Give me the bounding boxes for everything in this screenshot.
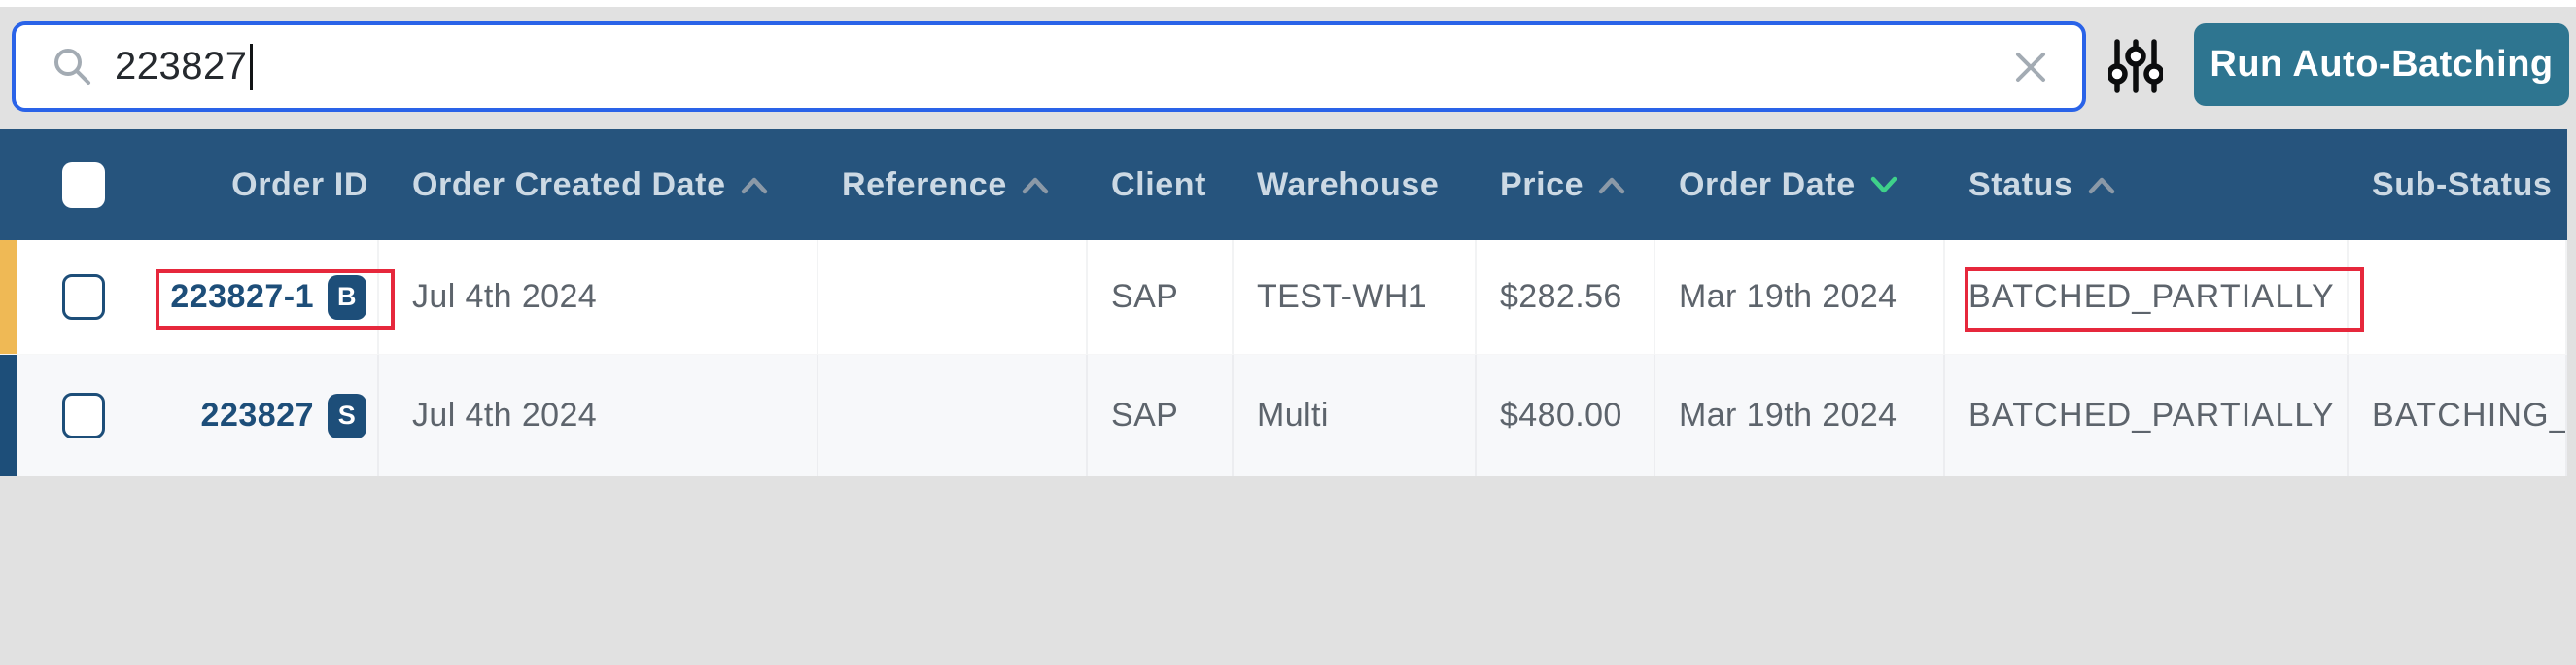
- cell-reference: [818, 355, 1088, 476]
- sort-asc-icon: [740, 176, 769, 194]
- row-accent-bar: [0, 355, 17, 476]
- sort-desc-icon: [1869, 176, 1898, 194]
- column-header-reference[interactable]: Reference: [818, 129, 1088, 240]
- cell-warehouse: TEST-WH1: [1234, 240, 1477, 355]
- sort-asc-icon: [2087, 176, 2116, 194]
- column-header-order-created-date[interactable]: Order Created Date: [379, 129, 818, 240]
- run-auto-batching-button[interactable]: Run Auto-Batching: [2194, 23, 2569, 106]
- cell-client: SAP: [1088, 355, 1234, 476]
- text-cursor: [250, 44, 253, 90]
- cell-reference: [818, 240, 1088, 355]
- top-edge-strip: [0, 0, 2576, 7]
- cell-sub-status: BATCHING_: [2349, 355, 2567, 476]
- search-icon: [52, 47, 93, 88]
- cell-client: SAP: [1088, 240, 1234, 355]
- search-value: 223827: [115, 45, 247, 88]
- row-accent-bar: [0, 240, 17, 354]
- cell-order-created-date: Jul 4th 2024: [379, 240, 818, 355]
- orders-page: 223827 Run Auto-Batching: [0, 0, 2576, 665]
- column-header-sub-status[interactable]: Sub-Status: [2349, 129, 2567, 240]
- order-type-badge: S: [328, 394, 366, 438]
- table-row[interactable]: 223827 S Jul 4th 2024 SAP Multi $480.00 …: [0, 355, 2567, 476]
- column-header-price[interactable]: Price: [1477, 129, 1655, 240]
- search-input[interactable]: 223827: [12, 21, 2086, 112]
- sort-asc-icon: [1597, 176, 1626, 194]
- order-id-link[interactable]: 223827: [201, 397, 314, 435]
- sliders-icon: [2108, 36, 2163, 96]
- row-checkbox[interactable]: [62, 393, 105, 438]
- cell-price: $282.56: [1477, 240, 1655, 355]
- clear-search-button[interactable]: [2012, 49, 2049, 86]
- column-header-status[interactable]: Status: [1945, 129, 2349, 240]
- column-header-client[interactable]: Client: [1088, 129, 1234, 240]
- highlight-box-order-id: [156, 269, 395, 330]
- sort-asc-icon: [1021, 176, 1050, 194]
- cell-order-id: 223827 S: [142, 355, 379, 476]
- cell-warehouse: Multi: [1234, 355, 1477, 476]
- row-checkbox[interactable]: [62, 274, 105, 320]
- cell-status: BATCHED_PARTIALLY: [1945, 355, 2349, 476]
- column-header-warehouse[interactable]: Warehouse: [1234, 129, 1477, 240]
- cell-price: $480.00: [1477, 355, 1655, 476]
- cell-order-date: Mar 19th 2024: [1655, 240, 1945, 355]
- close-icon: [2012, 49, 2049, 86]
- column-header-order-date[interactable]: Order Date: [1655, 129, 1945, 240]
- select-all-checkbox[interactable]: [62, 162, 105, 208]
- filters-button[interactable]: [2106, 36, 2166, 96]
- cell-sub-status: [2349, 240, 2567, 355]
- table-header-row: Order ID Order Created Date Reference Cl…: [0, 129, 2567, 240]
- cell-order-date: Mar 19th 2024: [1655, 355, 1945, 476]
- cell-order-created-date: Jul 4th 2024: [379, 355, 818, 476]
- highlight-box-status: [1965, 267, 2364, 332]
- column-header-order-id[interactable]: Order ID: [142, 129, 379, 240]
